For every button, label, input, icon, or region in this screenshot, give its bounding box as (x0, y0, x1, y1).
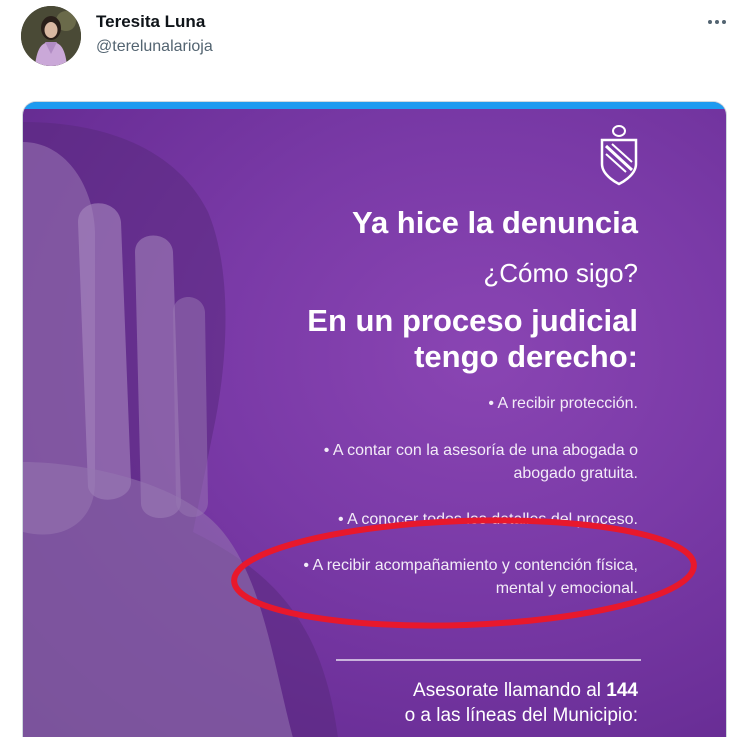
right-item-line: • A contar con la asesoría de una abogad… (323, 442, 638, 459)
avatar-photo (21, 6, 81, 66)
avatar[interactable] (21, 6, 81, 66)
poster-title: Ya hice la denuncia (351, 205, 638, 240)
cta-line2: o a las líneas del Municipio: (404, 705, 638, 726)
tweet-media-image[interactable]: Ya hice la denuncia ¿Cómo sigo? En un pr… (22, 101, 727, 737)
right-item-line: • A recibir acompañamiento y contención … (303, 557, 638, 574)
right-item-line: mental y emocional. (495, 580, 638, 597)
right-item-legal-advice: • A contar con la asesoría de una abogad… (324, 439, 638, 485)
user-handle[interactable]: @terelunalarioja (96, 38, 213, 56)
poster-heading: En un proceso judicial tengo derecho: (307, 303, 638, 375)
more-horizontal-icon[interactable] (703, 8, 731, 36)
display-name[interactable]: Teresita Luna (96, 12, 205, 32)
poster-heading-line1: En un proceso judicial (307, 303, 638, 338)
right-item-support: • A recibir acompañamiento y contención … (303, 554, 638, 600)
divider (336, 659, 641, 661)
call-to-action: Asesorate llamando al 144 o a las líneas… (405, 678, 638, 728)
poster-subtitle: ¿Cómo sigo? (483, 258, 638, 288)
municipal-crest-icon (600, 125, 638, 186)
right-item-protection: • A recibir protección. (488, 392, 638, 415)
tweet-header: Teresita Luna @terelunalarioja (0, 0, 736, 80)
media-top-bar (23, 102, 726, 109)
cta-prefix: Asesorate llamando al (413, 680, 602, 701)
cta-line1: Asesorate llamando al 144 (405, 678, 638, 703)
right-item-line: abogado gratuita. (513, 465, 638, 482)
poster-heading-line2: tengo derecho: (414, 339, 638, 374)
cta-number: 144 (606, 680, 638, 701)
right-item-line: • A recibir protección. (488, 395, 638, 412)
right-item-process-details: • A conocer todos los detalles del proce… (338, 508, 638, 531)
right-item-line: • A conocer todos los detalles del proce… (337, 511, 638, 528)
hand-silhouette (23, 122, 338, 737)
